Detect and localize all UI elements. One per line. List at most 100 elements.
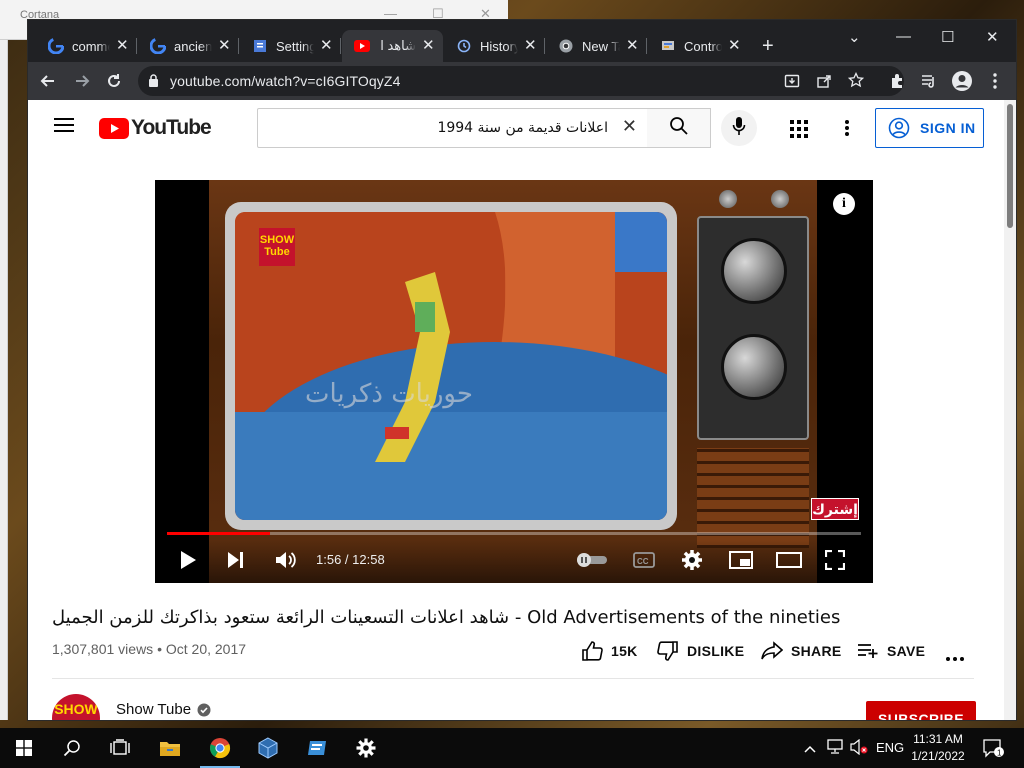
close-icon[interactable]: ✕ [728, 38, 741, 54]
forward-icon[interactable] [70, 69, 94, 93]
windows-start-icon[interactable] [0, 728, 48, 768]
close-icon[interactable]: ✕ [320, 38, 333, 54]
task-view-icon[interactable] [96, 728, 144, 768]
share-button[interactable]: SHARE [761, 633, 842, 669]
file-explorer-icon[interactable] [146, 728, 194, 768]
share-page-icon[interactable] [816, 73, 832, 94]
close-icon[interactable]: ✕ [524, 38, 537, 54]
notification-count: 1 [997, 749, 1002, 758]
new-tab-button[interactable]: + [762, 36, 774, 56]
subscribe-button[interactable]: SUBSCRIBE [866, 701, 976, 720]
cortana-minimize-button[interactable]: — [384, 6, 397, 21]
network-icon[interactable] [826, 739, 844, 758]
install-app-icon[interactable] [784, 73, 800, 94]
volume-icon[interactable] [275, 548, 297, 572]
share-label: SHARE [791, 643, 842, 659]
hamburger-menu-icon[interactable] [54, 117, 74, 138]
progress-bar[interactable] [167, 532, 861, 535]
profile-avatar-icon[interactable] [950, 69, 974, 93]
subscribe-watermark[interactable]: إشترك [811, 498, 859, 520]
virtualbox-icon[interactable] [244, 728, 292, 768]
lock-icon[interactable] [148, 74, 159, 92]
app-icon[interactable] [294, 728, 342, 768]
browser-window: comme ✕ ancient ✕ Setting ✕ شاهد ا ✕ His… [28, 20, 1016, 720]
more-actions-icon[interactable] [946, 648, 964, 666]
next-video-icon[interactable] [227, 548, 245, 572]
theater-mode-icon[interactable] [776, 548, 802, 572]
tab-comme[interactable]: comme ✕ [36, 30, 137, 62]
youtube-page: YouTube ✕ SIGN IN [28, 100, 1016, 720]
settings-gear-icon[interactable] [681, 548, 703, 572]
apps-grid-icon[interactable] [790, 120, 808, 143]
tab-youtube-active[interactable]: شاهد ا ✕ [342, 30, 443, 62]
player-controls: 1:56 / 12:58 CC [155, 540, 873, 583]
more-menu-icon[interactable] [983, 69, 1007, 93]
page-scrollbar[interactable] [1004, 100, 1016, 720]
volume-muted-icon[interactable] [850, 738, 868, 758]
youtube-logo-text[interactable]: YouTube [131, 116, 212, 140]
google-icon [150, 38, 166, 54]
search-button[interactable] [647, 108, 711, 148]
tab-history[interactable]: History ✕ [444, 30, 545, 62]
save-label: SAVE [887, 643, 926, 659]
channel-avatar[interactable]: SHOW [52, 694, 100, 720]
scrollbar-thumb[interactable] [1007, 104, 1013, 228]
minimize-button[interactable]: — [896, 28, 911, 45]
thumbs-up-icon [582, 641, 603, 661]
fullscreen-icon[interactable] [825, 548, 845, 572]
thumbs-down-icon [657, 641, 678, 661]
clock[interactable]: 11:31 AM 1/21/2022 [900, 731, 976, 765]
settings-icon[interactable] [342, 728, 390, 768]
video-player[interactable]: حوريات ذكريات SHOW Tube إشترك i 1:56 / 1… [155, 180, 873, 583]
voice-search-button[interactable] [721, 110, 757, 146]
sign-in-button[interactable]: SIGN IN [875, 108, 984, 148]
search-input[interactable] [268, 117, 608, 139]
reload-icon[interactable] [102, 69, 126, 93]
address-bar[interactable]: youtube.com/watch?v=cI6GITOqyZ4 [138, 66, 904, 96]
history-icon [456, 38, 472, 54]
tab-control-panel[interactable]: Contro ✕ [648, 30, 749, 62]
microphone-icon [732, 116, 746, 141]
media-queue-icon[interactable] [917, 69, 941, 93]
clock-date: 1/21/2022 [911, 749, 965, 763]
bookmark-star-icon[interactable] [847, 71, 865, 93]
chrome-taskbar-icon[interactable] [196, 728, 244, 768]
youtube-logo-icon[interactable] [99, 118, 129, 144]
close-icon[interactable]: ✕ [626, 38, 639, 54]
control-panel-icon [660, 38, 676, 54]
info-icon[interactable]: i [833, 193, 855, 215]
channel-name[interactable]: Show Tube [116, 701, 191, 718]
verified-check-icon [197, 703, 211, 717]
chrome-icon [558, 38, 574, 54]
search-icon [669, 116, 689, 141]
search-box[interactable]: ✕ [257, 108, 648, 148]
settings-dots-icon[interactable] [845, 120, 849, 141]
autoplay-toggle-icon[interactable] [575, 548, 609, 572]
like-button[interactable]: 15K [581, 633, 638, 669]
channel-name-row[interactable]: Show Tube [116, 701, 211, 718]
search-taskbar-icon[interactable] [48, 728, 96, 768]
miniplayer-icon[interactable] [729, 548, 753, 572]
close-icon[interactable]: ✕ [218, 38, 231, 54]
save-button[interactable]: SAVE [857, 633, 925, 669]
show-hidden-icons-icon[interactable] [804, 741, 816, 756]
maximize-button[interactable]: ☐ [941, 28, 954, 46]
google-icon [48, 38, 64, 54]
notifications-icon[interactable]: 1 [983, 738, 1005, 761]
tab-settings[interactable]: Setting ✕ [240, 30, 341, 62]
tab-ancient[interactable]: ancient ✕ [138, 30, 239, 62]
background-window-edge [0, 40, 8, 720]
captions-icon[interactable]: CC [633, 548, 655, 572]
tab-new-tab[interactable]: New Ta ✕ [546, 30, 647, 62]
tab-search-icon[interactable]: ⌄ [848, 28, 861, 46]
close-icon[interactable]: ✕ [116, 38, 129, 54]
extensions-icon[interactable] [885, 69, 909, 93]
clear-search-icon[interactable]: ✕ [622, 116, 637, 137]
url-text: youtube.com/watch?v=cI6GITOqyZ4 [170, 73, 401, 89]
svg-text:حوريات ذكريات: حوريات ذكريات [305, 379, 473, 409]
play-icon[interactable] [179, 548, 197, 572]
dislike-button[interactable]: DISLIKE [657, 633, 744, 669]
close-window-button[interactable]: ✕ [986, 28, 999, 46]
back-icon[interactable] [36, 69, 60, 93]
close-icon[interactable]: ✕ [422, 38, 435, 54]
